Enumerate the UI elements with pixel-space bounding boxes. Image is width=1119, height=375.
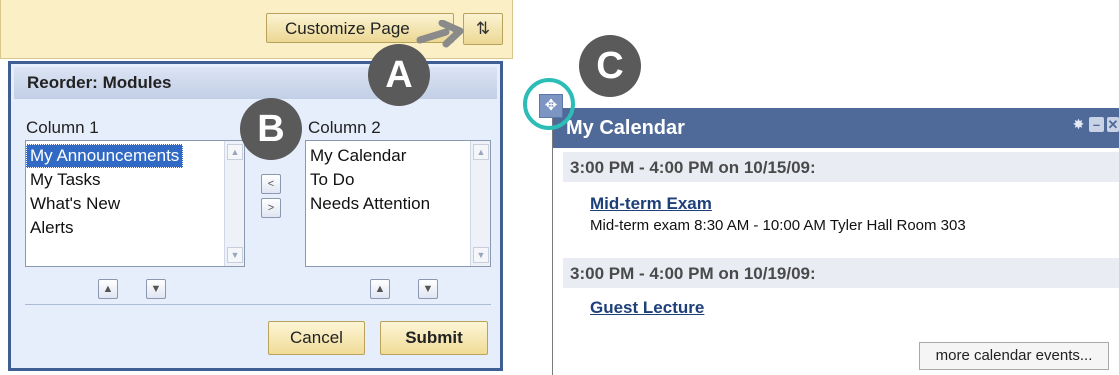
chevron-right-icon: >: [267, 202, 275, 214]
scrollbar[interactable]: ▲ ▼: [224, 141, 244, 266]
list-item[interactable]: My Calendar: [306, 144, 490, 168]
event-date: 3:00 PM - 4:00 PM on 10/19/09:: [570, 264, 816, 283]
column-1-listbox[interactable]: My Announcements My Tasks What's New Ale…: [25, 140, 245, 267]
event-date-bar: 3:00 PM - 4:00 PM on 10/19/09:: [563, 258, 1119, 288]
scroll-up-icon[interactable]: ▲: [227, 144, 243, 160]
column-2-label: Column 2: [308, 118, 381, 137]
module-title: My Calendar: [566, 117, 685, 139]
list-item[interactable]: To Do: [306, 168, 490, 192]
list-item[interactable]: My Announcements: [26, 144, 184, 168]
highlight-ring: [523, 78, 575, 130]
scroll-up-icon[interactable]: ▲: [473, 144, 489, 160]
column-1-label: Column 1: [26, 118, 99, 137]
col1-move-up-button[interactable]: ▲: [98, 279, 118, 299]
reorder-section: Customize Page ⇅ Reorder: Modules Column…: [0, 0, 513, 375]
cancel-button[interactable]: Cancel: [268, 321, 365, 355]
event-link[interactable]: Mid-term Exam: [590, 194, 712, 214]
column-2-listbox[interactable]: My Calendar To Do Needs Attention ▲ ▼: [305, 140, 491, 267]
chevron-down-icon: ▼: [422, 283, 434, 295]
col2-move-up-button[interactable]: ▲: [370, 279, 390, 299]
callout-marker-b: B: [240, 98, 302, 160]
chevron-down-icon: ▼: [150, 283, 162, 295]
event-date-bar: 3:00 PM - 4:00 PM on 10/15/09:: [563, 152, 1119, 182]
event-date: 3:00 PM - 4:00 PM on 10/15/09:: [570, 158, 816, 177]
calendar-header[interactable]: My Calendar ✸ – ✕: [553, 108, 1119, 148]
scroll-down-icon[interactable]: ▼: [227, 247, 243, 263]
gear-icon[interactable]: ✸: [1071, 117, 1086, 132]
callout-marker-a: A: [368, 44, 430, 106]
reorder-button[interactable]: ⇅: [463, 13, 503, 45]
minimize-icon[interactable]: –: [1089, 117, 1104, 132]
scrollbar[interactable]: ▲ ▼: [470, 141, 490, 266]
close-icon[interactable]: ✕: [1107, 117, 1119, 132]
event-link[interactable]: Guest Lecture: [590, 298, 704, 318]
move-right-button[interactable]: >: [261, 198, 281, 218]
list-item[interactable]: What's New: [26, 192, 244, 216]
event-description: Mid-term exam 8:30 AM - 10:00 AM Tyler H…: [590, 217, 966, 234]
list-item[interactable]: Alerts: [26, 216, 244, 240]
more-calendar-events-button[interactable]: more calendar events...: [919, 342, 1109, 370]
divider: [25, 304, 491, 305]
submit-button[interactable]: Submit: [380, 321, 488, 355]
chevron-up-icon: ▲: [374, 283, 386, 295]
callout-marker-c: C: [579, 35, 641, 97]
col1-move-down-button[interactable]: ▼: [146, 279, 166, 299]
up-down-arrows-icon: ⇅: [475, 19, 491, 38]
arrow-icon: [416, 20, 464, 48]
calendar-module: My Calendar ✸ – ✕ 3:00 PM - 4:00 PM on 1…: [553, 108, 1119, 375]
chevron-up-icon: ▲: [102, 283, 114, 295]
list-item[interactable]: My Tasks: [26, 168, 244, 192]
chevron-left-icon: <: [267, 178, 275, 190]
col2-move-down-button[interactable]: ▼: [418, 279, 438, 299]
scroll-down-icon[interactable]: ▼: [473, 247, 489, 263]
move-left-button[interactable]: <: [261, 174, 281, 194]
list-item[interactable]: Needs Attention: [306, 192, 490, 216]
dialog-title: Reorder: Modules: [27, 73, 172, 92]
